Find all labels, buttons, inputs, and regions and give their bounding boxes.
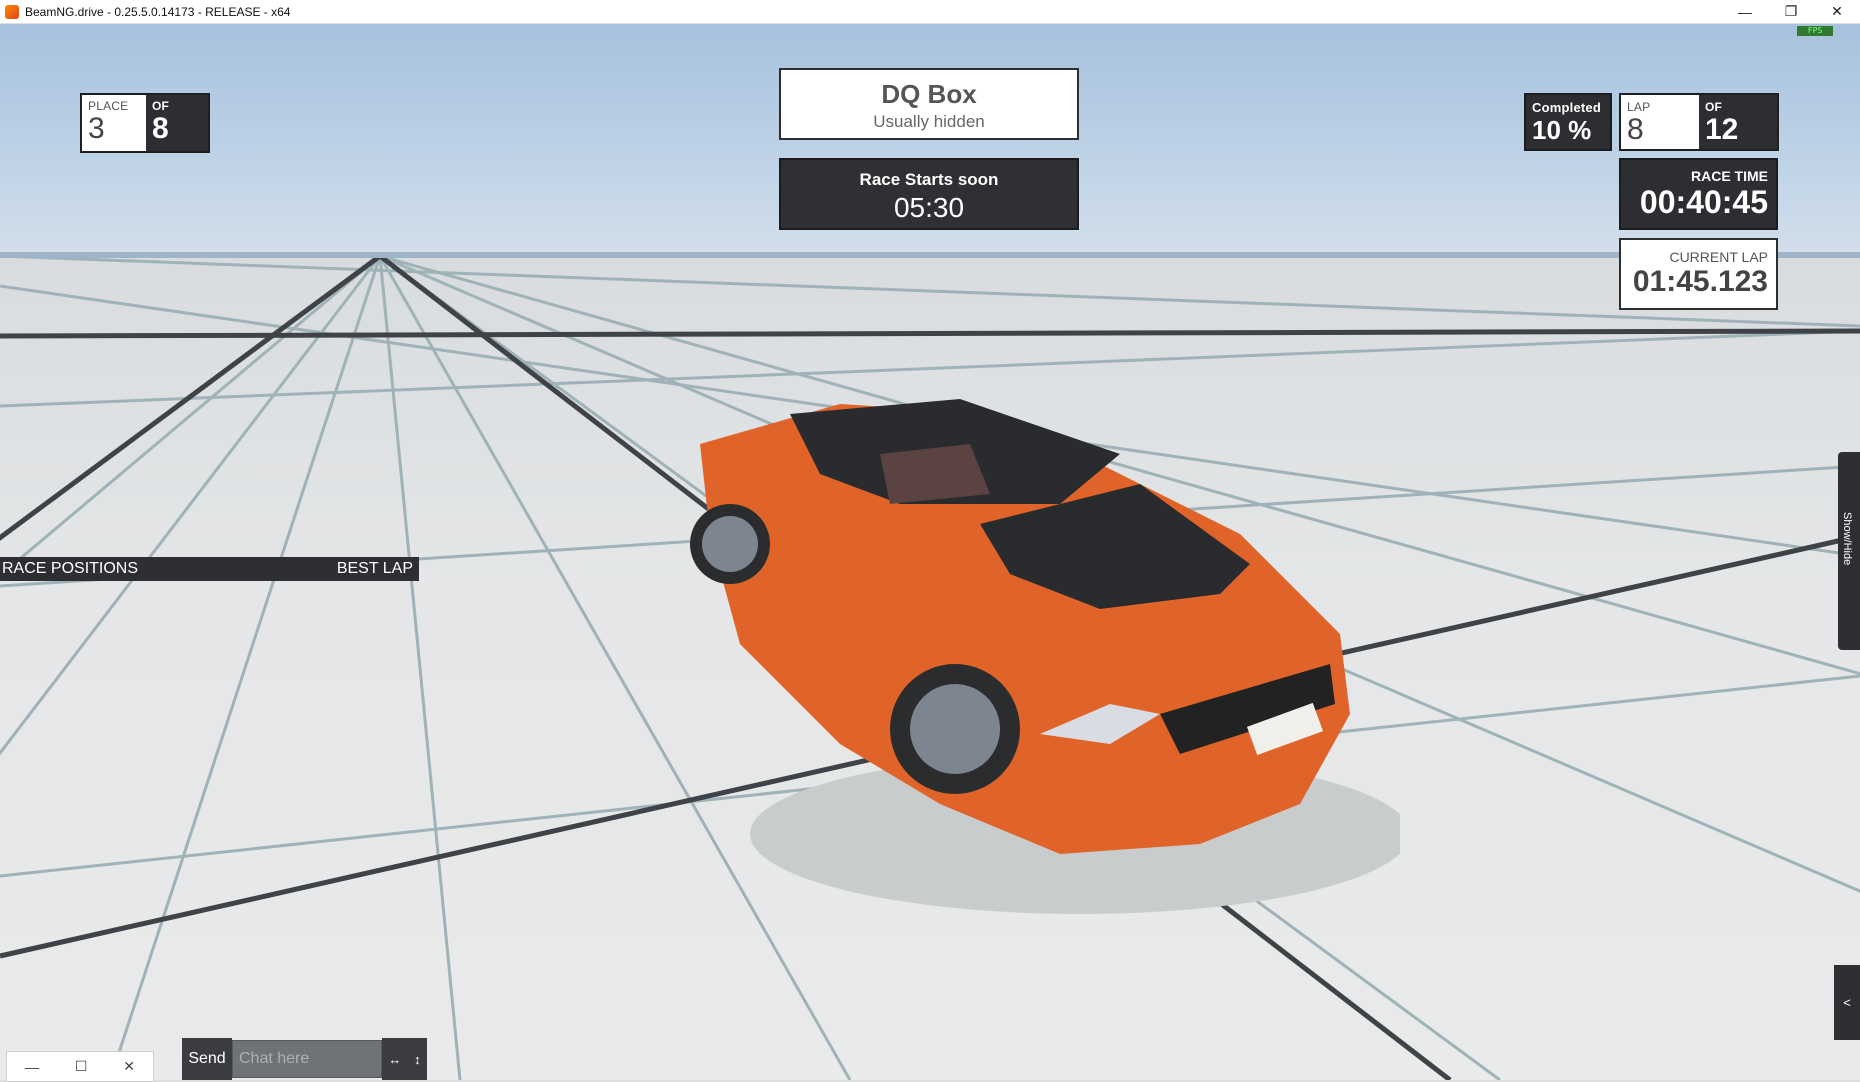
restore-button[interactable]: ❐: [1768, 0, 1814, 23]
orange-sports-car[interactable]: [680, 384, 1400, 924]
completed-value: 10 %: [1532, 115, 1592, 145]
minimize-button[interactable]: —: [1722, 0, 1768, 23]
horizon-line: [0, 252, 1860, 258]
race-positions-header: RACE POSITIONS BEST LAP: [0, 557, 419, 581]
chat-resize-controls: ↔ ↕: [382, 1038, 427, 1080]
race-time-value: 00:40:45: [1639, 184, 1768, 220]
place-of-label: OF: [152, 99, 170, 113]
lap-cell: LAP 8: [1621, 95, 1699, 149]
completed-widget: Completed 10 %: [1524, 93, 1612, 151]
dq-box: DQ Box Usually hidden: [779, 68, 1079, 140]
race-time-widget: RACE TIME 00:40:45: [1619, 158, 1778, 230]
place-cell: PLACE 3: [82, 95, 146, 151]
minimized-window: — ☐ ✕: [6, 1051, 154, 1082]
lap-label: LAP: [1627, 100, 1651, 114]
resize-vertical-icon[interactable]: ↕: [414, 1052, 421, 1067]
place-of-value: 8: [152, 112, 169, 145]
beamng-app-icon: [5, 4, 19, 19]
current-lap-widget: CURRENT LAP 01:45.123: [1619, 238, 1778, 310]
window-controls: — ❐ ✕: [1722, 0, 1860, 23]
resize-horizontal-icon[interactable]: ↔: [388, 1052, 401, 1067]
chat-bar: Send ↔ ↕: [182, 1038, 427, 1080]
show-hide-tab[interactable]: Show/Hide: [1838, 452, 1860, 650]
lap-of-value: 12: [1705, 113, 1739, 146]
lap-of-label: OF: [1705, 100, 1723, 114]
best-lap-label: BEST LAP: [336, 560, 413, 577]
race-time-label: RACE TIME: [1691, 168, 1768, 184]
mini-close-icon[interactable]: ✕: [123, 1058, 135, 1075]
front-left-rim: [910, 684, 1000, 774]
dq-title: DQ Box: [881, 79, 977, 109]
place-value: 3: [88, 112, 105, 145]
rear-left-rim: [702, 516, 758, 572]
race-start-time: 05:30: [893, 192, 965, 223]
close-button[interactable]: ✕: [1814, 0, 1860, 23]
race-start-title: Race Starts soon: [859, 170, 999, 189]
mini-minimize-icon[interactable]: —: [25, 1059, 39, 1075]
lap-of-cell: OF 12: [1699, 95, 1777, 149]
send-button[interactable]: Send: [182, 1038, 232, 1080]
dq-subtitle: Usually hidden: [873, 112, 985, 131]
fps-counter: FPS: [1797, 26, 1833, 36]
window-titlebar: BeamNG.drive - 0.25.5.0.14173 - RELEASE …: [0, 0, 1860, 24]
chat-input[interactable]: [232, 1040, 382, 1078]
completed-label: Completed: [1532, 100, 1601, 115]
collapse-panel-tab[interactable]: <: [1834, 965, 1860, 1040]
lap-value: 8: [1627, 113, 1644, 146]
current-lap-value: 01:45.123: [1632, 265, 1768, 298]
lap-widget: LAP 8 OF 12: [1619, 93, 1779, 151]
window-title: BeamNG.drive - 0.25.5.0.14173 - RELEASE …: [25, 4, 291, 19]
race-positions-label: RACE POSITIONS: [2, 560, 139, 577]
race-start-countdown: Race Starts soon 05:30: [779, 158, 1079, 230]
show-hide-label: Show/Hide: [1841, 512, 1853, 566]
place-of-cell: OF 8: [146, 95, 208, 151]
place-label: PLACE: [88, 99, 129, 113]
mini-maximize-icon[interactable]: ☐: [75, 1058, 88, 1075]
chevron-left-icon: <: [1843, 995, 1851, 1010]
car-windshield: [880, 444, 990, 504]
current-lap-label: CURRENT LAP: [1669, 249, 1768, 265]
place-widget: PLACE 3 OF 8: [80, 93, 210, 153]
